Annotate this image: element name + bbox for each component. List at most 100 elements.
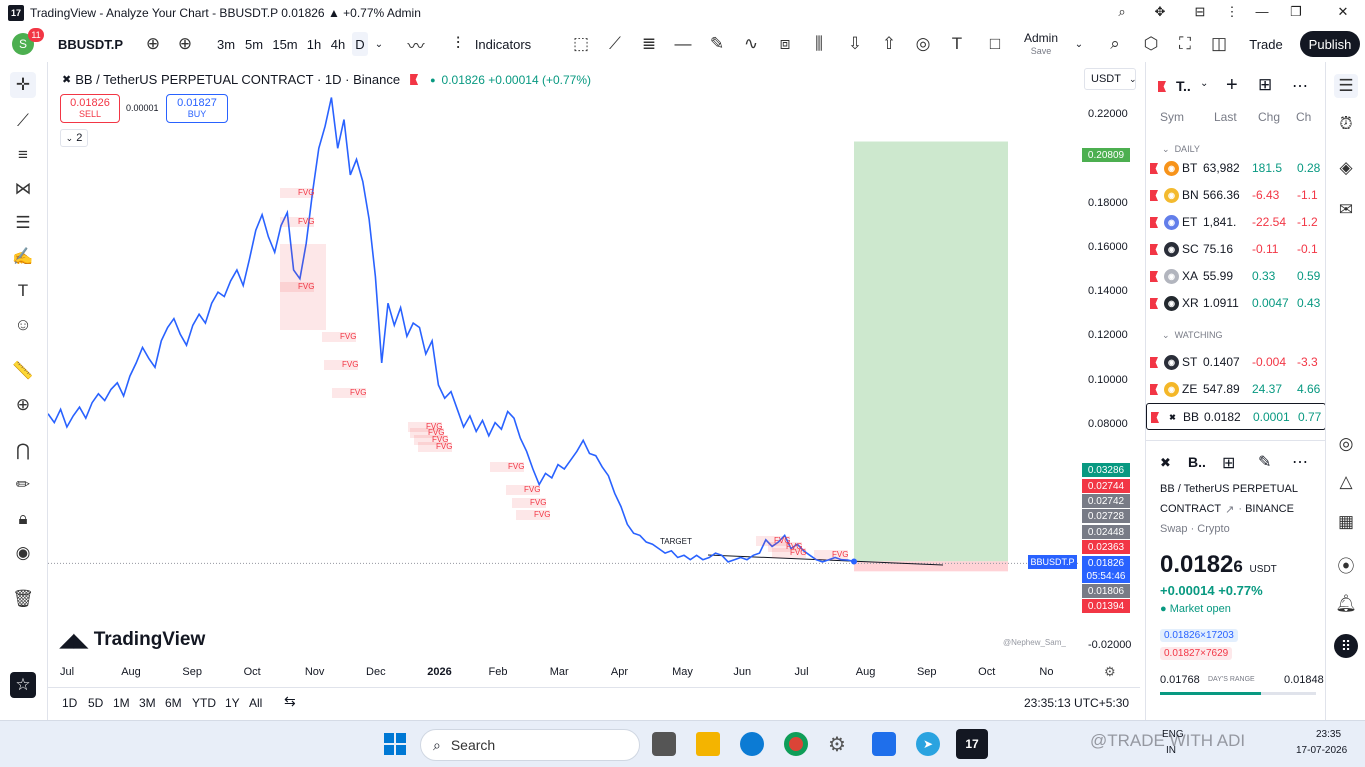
lock-icon[interactable]: 🔒︎: [10, 506, 36, 532]
price-chart[interactable]: [48, 62, 1140, 687]
task-view-icon[interactable]: [652, 732, 676, 756]
watchlist-row[interactable]: ◉ BN 566.36 -6.43 -1.1: [1146, 182, 1325, 209]
emoji-icon[interactable]: ☺: [10, 312, 36, 338]
text-icon[interactable]: T: [10, 278, 36, 304]
more-icon[interactable]: ⋯: [1292, 76, 1308, 96]
watchlist-row[interactable]: ✖ BB 0.0182 0.0001 0.77: [1146, 403, 1325, 430]
symbol-search-button[interactable]: BBUSDT.P: [58, 26, 138, 62]
pattern-icon[interactable]: ⋈: [10, 176, 36, 202]
text-tool-icon[interactable]: T: [946, 26, 968, 62]
col-symbol[interactable]: Sym: [1160, 110, 1184, 124]
layout-name[interactable]: Admin: [1016, 30, 1066, 46]
flag-icon[interactable]: [1151, 412, 1159, 423]
taskbar-time[interactable]: 23:35: [1316, 729, 1341, 740]
pattern-tool-icon[interactable]: ∿: [740, 26, 762, 62]
watchlist-title[interactable]: T..: [1176, 78, 1191, 94]
axis-settings-icon[interactable]: ⚙: [1104, 664, 1116, 680]
arrow-down-icon[interactable]: ⇩: [844, 26, 866, 62]
calendar-icon[interactable]: ▦: [1334, 510, 1358, 534]
external-link-icon[interactable]: ↗: [1225, 503, 1234, 516]
layout-icon[interactable]: □: [984, 26, 1006, 62]
broadcast-icon[interactable]: ⦿: [1334, 552, 1358, 576]
buy-button[interactable]: 0.01827 BUY: [166, 94, 228, 123]
watchlist-row[interactable]: ◉ ST 0.1407 -0.004 -3.3: [1146, 349, 1325, 376]
flag-icon[interactable]: [410, 74, 419, 85]
date-range-icon[interactable]: ⇆: [284, 693, 296, 710]
flag-icon[interactable]: [1158, 81, 1166, 92]
daily-section-header[interactable]: ⌄ DAILY: [1162, 144, 1200, 155]
flag-icon[interactable]: [1150, 217, 1158, 228]
indicators-icon[interactable]: ⫶: [448, 26, 468, 62]
edit-icon[interactable]: ✎: [1258, 452, 1271, 472]
range-1d[interactable]: 1D: [62, 696, 77, 710]
col-chg[interactable]: Chg: [1258, 110, 1280, 124]
publish-button[interactable]: Publish: [1300, 31, 1360, 57]
crosshair-icon[interactable]: ✛: [10, 72, 36, 98]
chat-icon[interactable]: ✉: [1334, 198, 1358, 222]
telegram-icon[interactable]: ➤: [916, 732, 940, 756]
details-symbol[interactable]: B..: [1188, 454, 1206, 470]
watchlist-row[interactable]: ◉ ET 1,841. -22.54 -1.2: [1146, 209, 1325, 236]
file-explorer-icon[interactable]: [696, 732, 720, 756]
sell-button[interactable]: 0.01826 SELL: [60, 94, 120, 123]
lang[interactable]: ENG: [1162, 729, 1184, 740]
range-5d[interactable]: 5D: [88, 696, 103, 710]
watchlist-row[interactable]: ◉ ZE 547.89 24.37 4.66: [1146, 376, 1325, 403]
camera-icon[interactable]: ◫: [1208, 26, 1230, 62]
windows-start-icon[interactable]: [384, 733, 406, 755]
bars-pattern-icon[interactable]: ⫼: [808, 26, 830, 62]
indicators-button[interactable]: Indicators: [474, 26, 532, 62]
more-icon[interactable]: ⋯: [1292, 452, 1308, 472]
settings-icon[interactable]: ⚙: [828, 732, 852, 756]
horizontal-line-icon[interactable]: —: [672, 26, 694, 62]
settings-icon[interactable]: ⬡: [1140, 26, 1162, 62]
clock[interactable]: 23:35:13 UTC+5:30: [1024, 696, 1129, 710]
target-icon[interactable]: ◎: [1334, 432, 1358, 456]
interval-3m[interactable]: 3m: [214, 26, 238, 62]
quick-search-icon[interactable]: ⌕: [1104, 26, 1126, 62]
range-3m[interactable]: 3M: [139, 696, 156, 710]
ruler-icon[interactable]: 📏: [10, 358, 36, 384]
apps-icon[interactable]: ⠿: [1334, 634, 1358, 658]
col-last[interactable]: Last: [1214, 110, 1237, 124]
favorites-star-icon[interactable]: ☆: [10, 672, 36, 698]
chrome-icon[interactable]: [784, 732, 808, 756]
flag-icon[interactable]: [1150, 271, 1158, 282]
indicators-toggle[interactable]: ⌄ 2: [60, 129, 88, 147]
rectangle-tool-icon[interactable]: ⬚: [570, 26, 592, 62]
legend-title[interactable]: BB / TetherUS PERPETUAL CONTRACT · 1D · …: [75, 72, 400, 87]
fib-tool-icon[interactable]: ≣: [638, 26, 660, 62]
watchlist-row[interactable]: ◉ XA 55.99 0.33 0.59: [1146, 263, 1325, 290]
menu-icon[interactable]: ⋮: [1222, 4, 1242, 20]
range-1m[interactable]: 1M: [113, 696, 130, 710]
range-6m[interactable]: 6M: [165, 696, 182, 710]
watchlist-row[interactable]: ◉ SC 75.16 -0.11 -0.1: [1146, 236, 1325, 263]
taskbar-date[interactable]: 17-07-2026: [1296, 745, 1347, 756]
chart-pane[interactable]: ✖ BB / TetherUS PERPETUAL CONTRACT · 1D …: [48, 62, 1140, 687]
chart-type-icon[interactable]: 〰: [404, 26, 428, 62]
lock-drawing-icon[interactable]: ✏: [10, 472, 36, 498]
range-1y[interactable]: 1Y: [225, 696, 240, 710]
watchlist-row[interactable]: ◉ XR 1.0911 0.0047 0.43: [1146, 290, 1325, 317]
watching-section-header[interactable]: ⌄ WATCHING: [1162, 330, 1223, 341]
close-icon[interactable]: ✕: [1333, 4, 1353, 20]
store-icon[interactable]: [872, 732, 896, 756]
brush-icon[interactable]: ✍: [10, 244, 36, 270]
flag-icon[interactable]: [1150, 384, 1158, 395]
fullscreen-icon[interactable]: ⛶: [1174, 26, 1196, 62]
layers-icon[interactable]: ◈: [1334, 156, 1358, 180]
currency-select[interactable]: USDT ⌄: [1084, 68, 1137, 90]
watchlist-icon[interactable]: ☰: [1334, 74, 1358, 98]
interval-d[interactable]: D: [352, 32, 368, 56]
interval-5m[interactable]: 5m: [242, 26, 266, 62]
fib-retracement-icon[interactable]: ≡: [10, 142, 36, 168]
interval-1h[interactable]: 1h: [304, 26, 324, 62]
restore-icon[interactable]: ❐: [1286, 4, 1306, 20]
alarm-icon[interactable]: ⏰︎: [1334, 112, 1358, 136]
watchlist-row[interactable]: ◉ BT 63,982 181.5 0.28: [1146, 155, 1325, 182]
trash-icon[interactable]: 🗑︎: [10, 586, 36, 612]
layout-save-label[interactable]: Save: [1016, 45, 1066, 57]
compare-icon[interactable]: ⊕: [142, 26, 164, 62]
range-all[interactable]: All: [249, 696, 262, 710]
table-view-icon[interactable]: ⊞: [1258, 75, 1272, 95]
